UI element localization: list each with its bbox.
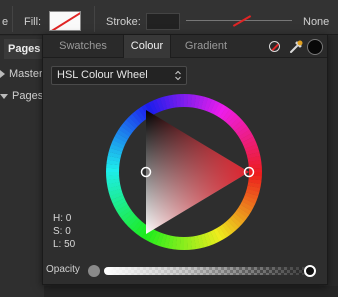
bottom-panel-edge [44,286,338,297]
colour-model-dropdown[interactable]: HSL Colour Wheel [51,66,187,85]
expand-arrow-icon[interactable] [0,70,5,79]
tab-swatches[interactable]: Swatches [43,35,123,58]
saturation-readout: S: 0 [53,226,71,237]
colour-popover: Swatches Colour Gradient HSL Colour Whee… [42,34,328,285]
colour-model-value: HSL Colour Wheel [57,69,148,81]
context-toolbar: e Fill: Stroke: None [0,0,338,35]
toolbar-divider [12,6,13,32]
pages-panel-tab[interactable]: Pages [4,39,44,59]
fill-swatch-button[interactable] [49,11,81,31]
opacity-label: Opacity [46,264,80,275]
toolbar-divider [94,6,95,32]
stroke-none-slash [232,15,252,27]
tree-item-master[interactable]: Master [0,68,43,80]
lightness-readout: L: 50 [53,239,76,250]
none-color-icon[interactable] [269,41,280,52]
stroke-swatch-button[interactable] [146,13,180,30]
fill-label: Fill: [24,16,42,28]
stroke-style-value[interactable]: None [303,15,329,29]
opacity-indicator [88,265,100,277]
opacity-gradient [104,267,314,275]
hue-readout: H: 0 [53,213,72,224]
hsl-colour-wheel[interactable] [99,87,269,257]
stroke-label: Stroke: [106,16,141,28]
colour-panel-tabs: Swatches Colour Gradient [43,35,327,58]
tab-colour[interactable]: Colour [123,35,171,58]
opacity-slider[interactable] [104,267,314,275]
tab-gradient[interactable]: Gradient [171,35,241,58]
tree-item-pages[interactable]: Pages [0,90,43,102]
opacity-slider-handle[interactable] [304,265,316,277]
updown-chevron-icon [175,70,181,81]
current-colour-swatch[interactable] [307,39,323,55]
right-panel-edge [328,36,338,297]
toolbar-cut-label: e [2,16,9,28]
tree-item-label: Master [9,68,43,80]
tree-item-label: Pages [12,90,44,102]
eyedropper-icon[interactable] [288,39,304,55]
collapse-arrow-icon[interactable] [0,93,8,99]
